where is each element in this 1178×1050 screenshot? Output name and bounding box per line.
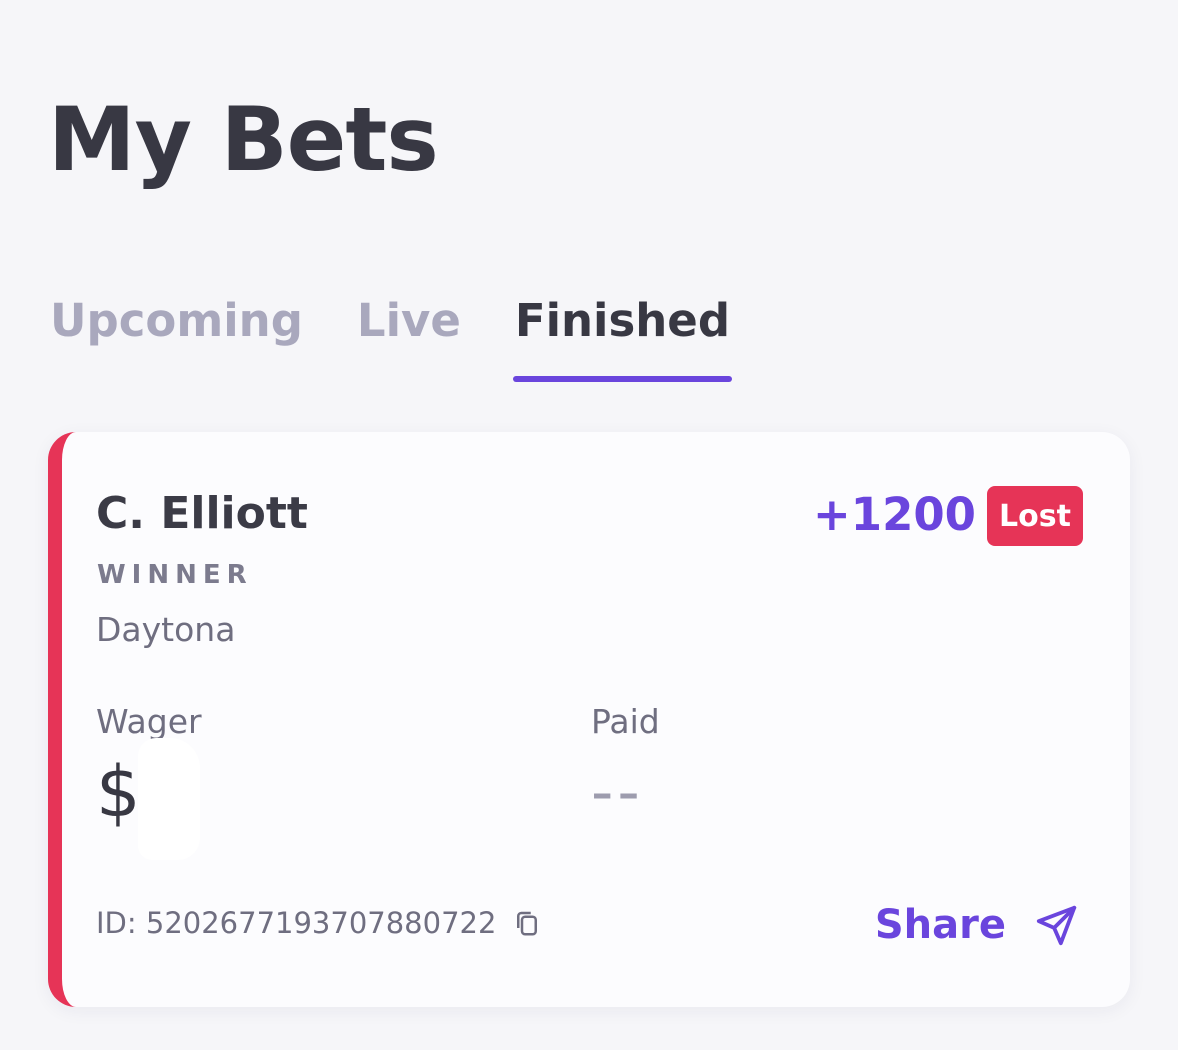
bet-selection: C. Elliott (96, 488, 308, 539)
tab-upcoming[interactable]: Upcoming (48, 292, 305, 384)
bet-card[interactable]: C. Elliott WINNER Daytona +1200 Lost Wag… (48, 432, 1130, 1007)
bet-id: ID: 5202677193707880722 (96, 906, 542, 940)
active-tab-indicator (512, 376, 733, 382)
share-button[interactable]: Share (875, 902, 1080, 948)
tab-upcoming-label: Upcoming (50, 294, 303, 347)
send-icon (1034, 902, 1080, 948)
bet-market: WINNER (97, 560, 253, 590)
wager-value: $ (96, 751, 141, 833)
tab-finished[interactable]: Finished (512, 292, 733, 384)
wager-label: Wager (96, 702, 202, 741)
bet-odds: +1200 (813, 488, 976, 541)
copy-icon[interactable] (512, 908, 542, 938)
paid-value: -- (591, 755, 644, 828)
bet-id-text: ID: 5202677193707880722 (96, 906, 497, 940)
tab-live[interactable]: Live (355, 292, 463, 384)
share-label: Share (874, 902, 1006, 948)
bet-event: Daytona (96, 610, 236, 649)
status-badge: Lost (987, 486, 1083, 546)
tab-live-label: Live (356, 294, 461, 347)
redacted-amount (138, 738, 200, 860)
paid-label: Paid (591, 702, 660, 741)
bet-tabs: Upcoming Live Finished (48, 292, 733, 384)
tab-finished-label: Finished (514, 294, 731, 347)
page-title: My Bets (48, 88, 439, 191)
